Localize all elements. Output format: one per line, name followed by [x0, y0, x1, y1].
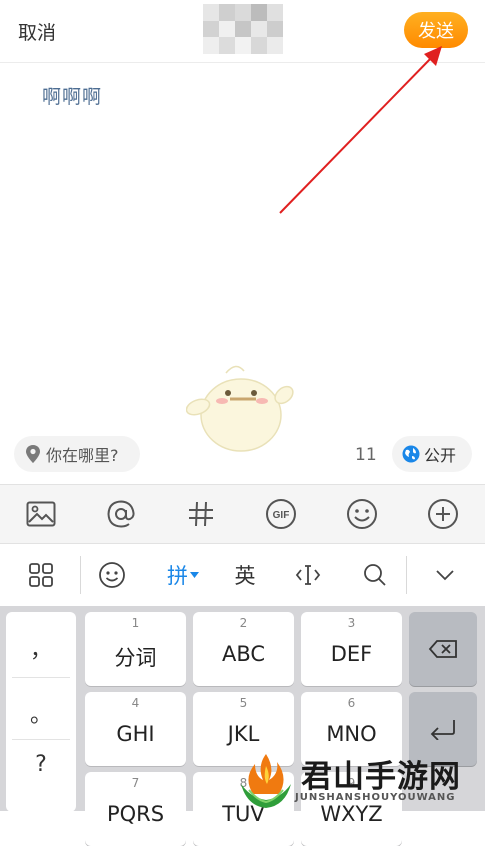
cursor-icon[interactable] — [293, 558, 323, 592]
search-icon[interactable] — [360, 558, 390, 592]
key-number: 3 — [347, 616, 356, 630]
key-8[interactable]: 8 TUV — [193, 772, 294, 846]
separator — [80, 556, 81, 594]
key-number: 5 — [239, 696, 248, 710]
key-number: 6 — [347, 696, 356, 710]
visibility-button[interactable]: 公开 — [392, 436, 472, 472]
key-3[interactable]: 3 DEF — [301, 612, 402, 686]
enter-key[interactable] — [409, 692, 477, 766]
pinyin-mode-button[interactable]: 拼 — [163, 558, 203, 592]
emoji-icon[interactable] — [345, 497, 379, 531]
gif-icon[interactable]: GIF — [264, 497, 298, 531]
add-icon[interactable] — [426, 497, 460, 531]
punctuation-column: ， 。 ? — [6, 612, 76, 812]
english-mode-button[interactable]: 英 — [230, 558, 260, 592]
character-count: 11 — [355, 445, 377, 465]
enter-icon — [430, 720, 455, 740]
key-number: 9 — [347, 776, 356, 790]
key-number: 2 — [239, 616, 248, 630]
compose-toolbar: GIF — [0, 484, 485, 544]
key-7[interactable]: 7 PQRS — [85, 772, 186, 846]
backspace-icon — [428, 640, 457, 658]
keyboard: ， 。 ? 1 分词 2 ABC 3 DEF 4 GHI 5 JKL 6 MNO… — [0, 606, 485, 846]
key-number: 4 — [131, 696, 140, 710]
key-label: ABC — [221, 642, 266, 666]
caret-down-icon — [190, 572, 199, 578]
hashtag-icon[interactable] — [184, 497, 218, 531]
key-5[interactable]: 5 JKL — [193, 692, 294, 766]
key-label: 分词 — [114, 646, 157, 670]
header-bar: 取消 发送 — [0, 0, 485, 62]
key-1[interactable]: 1 分词 — [85, 612, 186, 686]
key-number: 1 — [131, 616, 140, 630]
pinyin-label: 拼 — [167, 564, 188, 588]
divider — [12, 677, 70, 678]
keyboard-bar: 拼 英 — [0, 544, 485, 606]
send-button[interactable]: 发送 — [404, 12, 468, 48]
cancel-button[interactable]: 取消 — [18, 18, 56, 45]
punctuation-question[interactable]: ? — [6, 752, 76, 777]
mention-icon[interactable] — [104, 497, 138, 531]
gif-icon-text: GIF — [273, 510, 290, 521]
location-button[interactable]: 你在哪里? — [14, 436, 140, 472]
keyboard-emoji-icon[interactable] — [97, 558, 127, 592]
image-icon[interactable] — [24, 497, 58, 531]
backspace-key[interactable] — [409, 612, 477, 686]
punctuation-comma[interactable]: ， — [6, 632, 76, 664]
key-4[interactable]: 4 GHI — [85, 692, 186, 766]
key-9[interactable]: 9 WXYZ — [301, 772, 402, 846]
divider — [12, 739, 70, 740]
key-label: WXYZ — [320, 802, 383, 826]
key-label: GHI — [116, 722, 155, 746]
punctuation-period[interactable]: 。 — [6, 697, 76, 729]
key-2[interactable]: 2 ABC — [193, 612, 294, 686]
header-divider — [0, 62, 485, 63]
key-6[interactable]: 6 MNO — [301, 692, 402, 766]
key-number: 8 — [239, 776, 248, 790]
mascot-illustration — [186, 365, 294, 452]
key-number: 7 — [131, 776, 140, 790]
key-label: JKL — [227, 722, 260, 746]
globe-icon — [402, 445, 420, 463]
visibility-label: 公开 — [424, 446, 457, 465]
grid-menu-icon[interactable] — [26, 558, 56, 592]
post-text[interactable]: 啊啊啊 — [42, 82, 102, 109]
blurred-title — [203, 4, 283, 54]
key-label: PQRS — [106, 802, 165, 826]
key-label: DEF — [330, 642, 373, 666]
location-pin-icon — [26, 445, 40, 463]
key-label: MNO — [326, 722, 377, 746]
key-label: TUV — [222, 802, 265, 826]
location-label: 你在哪里? — [46, 446, 119, 465]
separator — [406, 556, 407, 594]
collapse-keyboard-icon[interactable] — [430, 558, 460, 592]
